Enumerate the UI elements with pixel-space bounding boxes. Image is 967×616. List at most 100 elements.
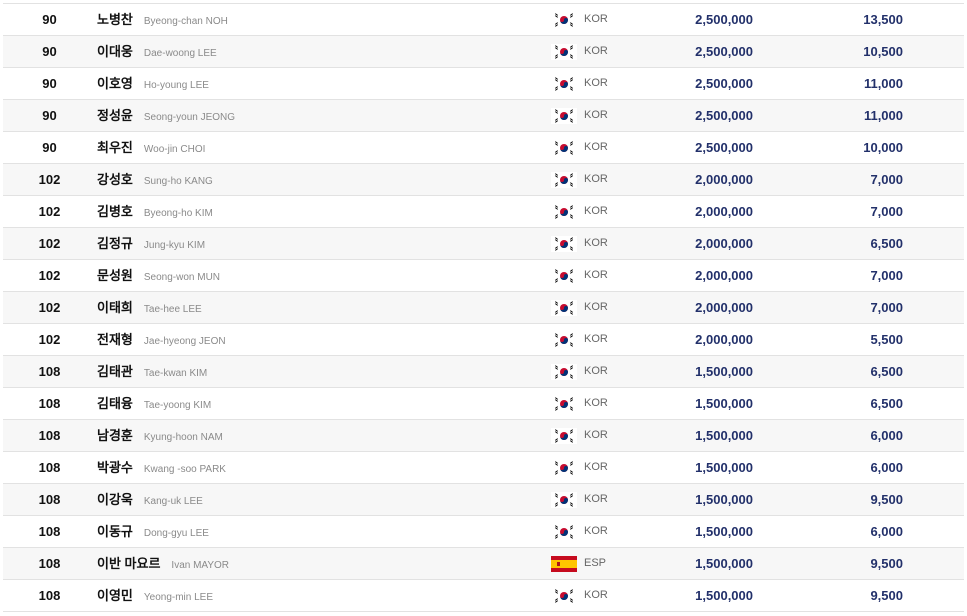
english-name: Byeong-chan NOH (143, 16, 228, 27)
player-name-cell[interactable]: 최우진 Woo-jin CHOI (97, 132, 205, 163)
player-name-cell[interactable]: 김태관 Tae-kwan KIM (97, 356, 207, 387)
prize-money-cell: 2,000,000 (695, 268, 753, 283)
player-name-cell[interactable]: 남경훈 Kyung-hoon NAM (97, 420, 223, 451)
prize-money-cell: 2,500,000 (695, 12, 753, 27)
table-row[interactable]: 102 문성원 Seong-won MUN KOR 2,000,000 7,000 (3, 260, 964, 292)
prize-money-cell: 2,500,000 (695, 140, 753, 155)
prize-money-cell: 2,000,000 (695, 204, 753, 219)
korean-name[interactable]: 이강욱 (97, 492, 133, 507)
korean-name[interactable]: 최우진 (97, 140, 133, 155)
korean-name[interactable]: 노병찬 (97, 12, 133, 27)
prize-money-cell: 2,500,000 (695, 44, 753, 59)
rank-cell: 90 (42, 108, 57, 123)
player-name-cell[interactable]: 이영민 Yeong-min LEE (97, 580, 213, 611)
player-name-cell[interactable]: 문성원 Seong-won MUN (97, 260, 220, 291)
korean-name[interactable]: 박광수 (97, 460, 133, 475)
nationality-cell: KOR (584, 109, 608, 121)
player-name-cell[interactable]: 전재형 Jae-hyeong JEON (97, 324, 226, 355)
table-row[interactable]: 108 이강욱 Kang-uk LEE KOR 1,500,000 9,500 (3, 484, 964, 516)
table-row[interactable]: 102 김정규 Jung-kyu KIM KOR 2,000,000 6,500 (3, 228, 964, 260)
korean-name[interactable]: 김태융 (97, 396, 133, 411)
rank-cell: 108 (38, 588, 61, 603)
kor-flag-icon (551, 140, 577, 156)
player-name-cell[interactable]: 정성윤 Seong-youn JEONG (97, 100, 235, 131)
korean-name[interactable]: 전재형 (97, 332, 133, 347)
table-row[interactable]: 108 이동규 Dong-gyu LEE KOR 1,500,000 6,000 (3, 516, 964, 548)
nationality-cell: KOR (584, 269, 608, 281)
kor-flag-icon (551, 12, 577, 28)
korean-name[interactable]: 김정규 (97, 236, 133, 251)
korean-name[interactable]: 이호영 (97, 76, 133, 91)
english-name: Ivan MAYOR (171, 560, 230, 571)
table-row[interactable]: 90 노병찬 Byeong-chan NOH KOR 2,500,000 13,5… (3, 4, 964, 36)
player-name-cell[interactable]: 이호영 Ho-young LEE (97, 68, 209, 99)
korean-name[interactable]: 이대웅 (97, 44, 133, 59)
player-name-cell[interactable]: 노병찬 Byeong-chan NOH (97, 4, 228, 35)
english-name: Dae-woong LEE (143, 48, 217, 59)
player-name-cell[interactable]: 김태융 Tae-yoong KIM (97, 388, 211, 419)
table-row[interactable]: 90 정성윤 Seong-youn JEONG KOR 2,500,000 11,… (3, 100, 964, 132)
korean-name[interactable]: 이태희 (97, 300, 133, 315)
table-row[interactable]: 108 이영민 Yeong-min LEE KOR 1,500,000 9,500 (3, 580, 964, 612)
rank-cell: 108 (38, 364, 61, 379)
prize-money-cell: 2,000,000 (695, 300, 753, 315)
player-name-cell[interactable]: 이동규 Dong-gyu LEE (97, 516, 209, 547)
points-cell: 6,000 (870, 524, 903, 539)
table-row[interactable]: 108 박광수 Kwang -soo PARK KOR 1,500,000 6,0… (3, 452, 964, 484)
korean-name[interactable]: 이반 마요르 (97, 556, 160, 571)
table-row[interactable]: 90 이호영 Ho-young LEE KOR 2,500,000 11,000 (3, 68, 964, 100)
table-row[interactable]: 108 김태관 Tae-kwan KIM KOR 1,500,000 6,500 (3, 356, 964, 388)
english-name: Tae-yoong KIM (143, 400, 212, 411)
player-name-cell[interactable]: 강성호 Sung-ho KANG (97, 164, 213, 195)
korean-name[interactable]: 김병호 (97, 204, 133, 219)
rank-cell: 102 (38, 332, 61, 347)
korean-name[interactable]: 정성윤 (97, 108, 133, 123)
english-name: Yeong-min LEE (143, 592, 214, 603)
rank-cell: 102 (38, 300, 61, 315)
english-name: Dong-gyu LEE (143, 528, 209, 539)
korean-name[interactable]: 남경훈 (97, 428, 133, 443)
rank-cell: 102 (38, 236, 61, 251)
korean-name[interactable]: 이영민 (97, 588, 133, 603)
table-row[interactable]: 90 이대웅 Dae-woong LEE KOR 2,500,000 10,500 (3, 36, 964, 68)
table-row[interactable]: 108 남경훈 Kyung-hoon NAM KOR 1,500,000 6,00… (3, 420, 964, 452)
table-row[interactable]: 90 최우진 Woo-jin CHOI KOR 2,500,000 10,000 (3, 132, 964, 164)
kor-flag-icon (551, 300, 577, 316)
rank-cell: 90 (42, 76, 57, 91)
points-cell: 11,000 (863, 108, 903, 123)
nationality-cell: KOR (584, 461, 608, 473)
korean-name[interactable]: 이동규 (97, 524, 133, 539)
prize-money-cell: 2,500,000 (695, 76, 753, 91)
nationality-cell: KOR (584, 365, 608, 377)
points-cell: 9,500 (870, 556, 903, 571)
player-name-cell[interactable]: 이강욱 Kang-uk LEE (97, 484, 203, 515)
table-row[interactable]: 102 전재형 Jae-hyeong JEON KOR 2,000,000 5,5… (3, 324, 964, 356)
korean-name[interactable]: 김태관 (97, 364, 133, 379)
table-row[interactable]: 102 김병호 Byeong-ho KIM KOR 2,000,000 7,000 (3, 196, 964, 228)
english-name: Tae-kwan KIM (143, 368, 208, 379)
player-name-cell[interactable]: 김정규 Jung-kyu KIM (97, 228, 205, 259)
korean-name[interactable]: 문성원 (97, 268, 133, 283)
points-cell: 6,500 (870, 236, 903, 251)
rank-cell: 108 (38, 428, 61, 443)
table-row[interactable]: 102 이태희 Tae-hee LEE KOR 2,000,000 7,000 (3, 292, 964, 324)
player-name-cell[interactable]: 이반 마요르 Ivan MAYOR (97, 548, 229, 579)
rank-cell: 102 (38, 204, 61, 219)
player-name-cell[interactable]: 박광수 Kwang -soo PARK (97, 452, 226, 483)
kor-flag-icon (551, 44, 577, 60)
points-cell: 9,500 (870, 492, 903, 507)
nationality-cell: KOR (584, 493, 608, 505)
english-name: Kang-uk LEE (143, 496, 203, 507)
korean-name[interactable]: 강성호 (97, 172, 133, 187)
nationality-cell: KOR (584, 429, 608, 441)
player-name-cell[interactable]: 김병호 Byeong-ho KIM (97, 196, 213, 227)
player-name-cell[interactable]: 이대웅 Dae-woong LEE (97, 36, 217, 67)
rank-cell: 108 (38, 460, 61, 475)
ranking-table: 90 노병찬 Byeong-chan NOH KOR 2,500,000 13,5… (3, 3, 964, 612)
table-row[interactable]: 108 김태융 Tae-yoong KIM KOR 1,500,000 6,500 (3, 388, 964, 420)
player-name-cell[interactable]: 이태희 Tae-hee LEE (97, 292, 202, 323)
table-row[interactable]: 102 강성호 Sung-ho KANG KOR 2,000,000 7,000 (3, 164, 964, 196)
table-row[interactable]: 108 이반 마요르 Ivan MAYOR ESP 1,500,000 9,500 (3, 548, 964, 580)
english-name: Sung-ho KANG (143, 176, 213, 187)
rank-cell: 90 (42, 44, 57, 59)
